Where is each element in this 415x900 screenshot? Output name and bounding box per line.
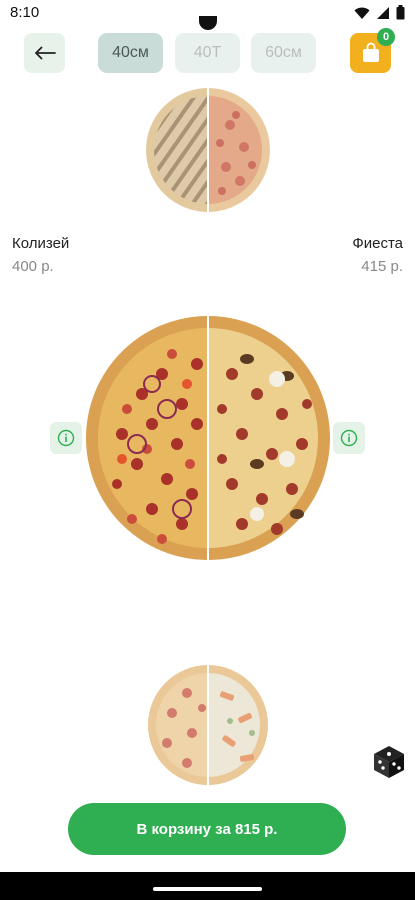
- signal-icon: [377, 6, 389, 19]
- shopping-bag-icon: [362, 42, 379, 62]
- status-icons: [354, 5, 405, 20]
- status-time: 8:10: [10, 4, 40, 21]
- left-pizza-info-button[interactable]: [50, 422, 82, 454]
- info-icon: [340, 429, 358, 447]
- camera-notch: [199, 16, 217, 30]
- dice-icon[interactable]: [372, 744, 406, 780]
- info-icon: [57, 429, 75, 447]
- left-pizza-name: Колизей: [12, 235, 70, 252]
- status-bar: 8:10: [0, 0, 415, 30]
- back-button[interactable]: [24, 33, 65, 73]
- cart-button[interactable]: 0: [350, 28, 395, 73]
- add-to-cart-button[interactable]: В корзину за 815 р.: [68, 803, 346, 855]
- home-gesture-handle[interactable]: [153, 887, 262, 891]
- right-pizza-info-button[interactable]: [333, 422, 365, 454]
- battery-icon: [396, 5, 405, 20]
- system-nav-bar: [0, 872, 415, 900]
- main-pizza[interactable]: [82, 314, 334, 562]
- right-pizza-price: 415 р.: [361, 258, 403, 275]
- wifi-icon: [354, 7, 370, 19]
- right-pizza-name: Фиеста: [352, 235, 403, 252]
- size-tab-40t[interactable]: 40Т: [175, 33, 240, 73]
- size-tab-60cm[interactable]: 60см: [251, 33, 316, 73]
- left-pizza-price: 400 р.: [12, 258, 54, 275]
- size-tab-40cm[interactable]: 40см: [98, 33, 163, 73]
- cart-count-badge: 0: [377, 28, 395, 46]
- pizza-preview-next[interactable]: [142, 663, 274, 787]
- arrow-left-icon: [34, 46, 56, 60]
- pizza-preview-previous[interactable]: [140, 87, 276, 213]
